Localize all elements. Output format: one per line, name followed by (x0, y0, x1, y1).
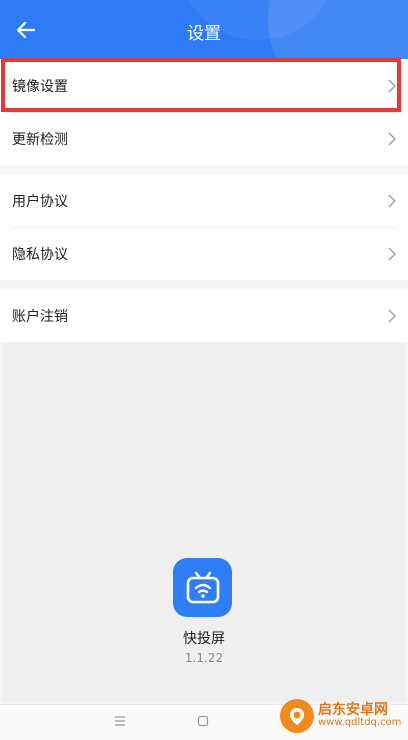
app-version: 1.1.22 (184, 651, 224, 665)
app-logo (173, 558, 232, 617)
settings-group: 镜像设置 更新检测 (0, 59, 408, 165)
item-label: 账户注销 (12, 308, 68, 325)
about-panel (2, 342, 406, 702)
site-watermark: 启东安卓网 www.qdltdq.com (280, 693, 408, 739)
watermark-name: 启东安卓网 (318, 702, 388, 719)
user-agreement-item[interactable]: 用户协议 (0, 174, 408, 227)
chevron-right-icon (388, 194, 396, 207)
chevron-right-icon (388, 247, 396, 260)
app-header: 设置 (0, 0, 408, 59)
app-name: 快投屏 (183, 631, 225, 647)
item-label: 镜像设置 (12, 78, 68, 95)
chevron-right-icon (388, 79, 396, 92)
page-title: 设置 (187, 24, 221, 44)
item-label: 隐私协议 (12, 246, 68, 263)
settings-group: 用户协议 隐私协议 (0, 174, 408, 280)
tv-wifi-icon (186, 571, 219, 603)
update-check-item[interactable]: 更新检测 (0, 112, 408, 165)
item-label: 更新检测 (12, 131, 68, 148)
menu-lines-icon[interactable] (114, 715, 126, 727)
chevron-right-icon (388, 132, 396, 145)
watermark-url: www.qdltdq.com (318, 717, 402, 729)
chevron-right-icon (388, 309, 396, 322)
settings-group: 账户注销 (0, 289, 408, 342)
item-label: 用户协议 (12, 193, 68, 210)
privacy-agreement-item[interactable]: 隐私协议 (0, 227, 408, 280)
mirror-settings-item[interactable]: 镜像设置 (0, 59, 408, 112)
square-home-icon[interactable] (197, 715, 209, 727)
watermark-logo-icon (280, 699, 314, 733)
account-cancel-item[interactable]: 账户注销 (0, 289, 408, 342)
